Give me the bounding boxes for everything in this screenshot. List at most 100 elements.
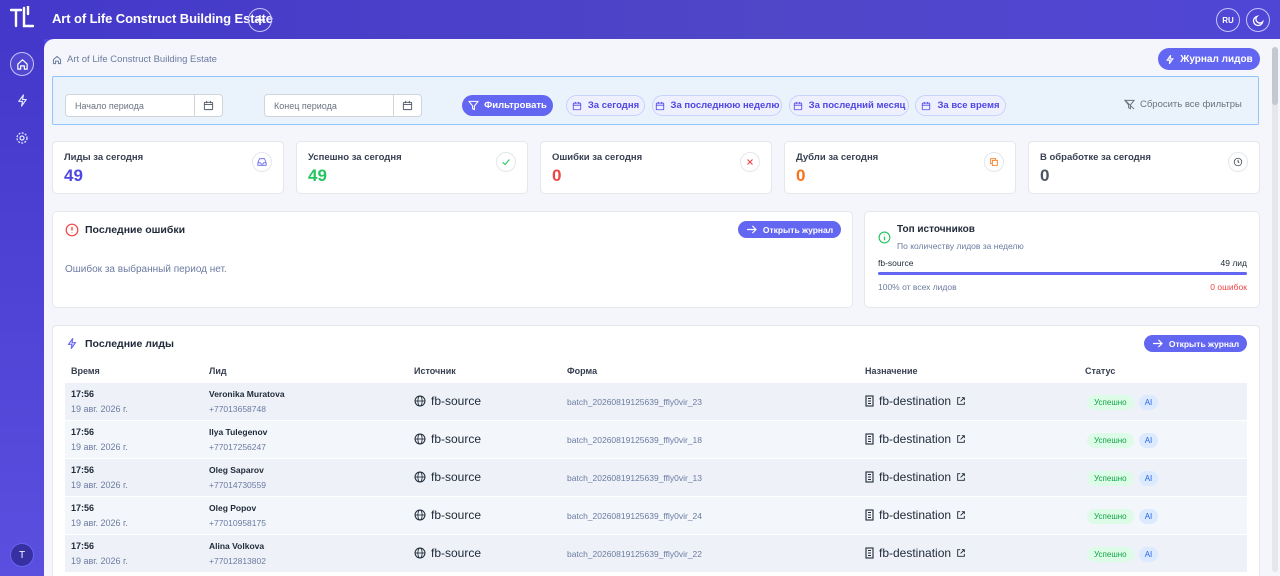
end-date-input[interactable]: Конец периода	[264, 94, 422, 117]
app-logo[interactable]	[9, 4, 35, 32]
external-link-icon[interactable]	[956, 472, 966, 482]
gear-icon	[16, 132, 28, 144]
theme-toggle-button[interactable]	[1246, 8, 1270, 32]
lead-source: fb-source	[414, 432, 481, 446]
sidebar-item-settings[interactable]	[10, 126, 34, 150]
open-journal-button[interactable]: Открыть журнал	[1144, 335, 1247, 352]
app-title: Art of Life Construct Building Estate	[52, 11, 273, 26]
stat-label: Лиды за сегодня	[64, 152, 144, 163]
building-icon	[865, 509, 874, 521]
funnel-off-icon	[1124, 99, 1135, 110]
column-header-source[interactable]: Источник	[414, 366, 456, 376]
inbox-icon	[252, 152, 272, 172]
arrow-right-icon	[1152, 339, 1163, 348]
building-icon	[865, 471, 874, 483]
stat-label: В обработке за сегодня	[1040, 152, 1151, 163]
lead-date: 19 авг. 2026 г.	[71, 442, 128, 452]
lead-phone[interactable]: +77014730559	[209, 480, 266, 490]
ai-badge: AI	[1139, 509, 1158, 524]
chip-last-week[interactable]: За последнюю неделю	[652, 95, 782, 116]
lead-destination[interactable]: fb-destination	[865, 546, 966, 560]
lead-name[interactable]: Ilya Tulegenov	[209, 427, 267, 437]
arrow-right-icon	[746, 225, 757, 234]
chip-all-time[interactable]: За все время	[915, 95, 1006, 116]
lead-form: batch_20260819125639_ffly0vir_24	[567, 511, 703, 521]
sidebar: T	[0, 39, 44, 576]
external-link-icon[interactable]	[956, 396, 966, 406]
lead-source: fb-source	[414, 508, 481, 522]
user-avatar[interactable]: T	[10, 543, 34, 567]
lead-destination[interactable]: fb-destination	[865, 508, 966, 522]
sidebar-item-home[interactable]	[10, 52, 34, 76]
lead-destination[interactable]: fb-destination	[865, 470, 966, 484]
lead-form: batch_20260819125639_ffly0vir_18	[567, 435, 703, 445]
chip-today[interactable]: За сегодня	[566, 95, 645, 116]
add-project-button[interactable]	[248, 8, 272, 32]
home-icon[interactable]	[52, 55, 62, 65]
external-link-icon[interactable]	[956, 548, 966, 558]
lead-journal-button[interactable]: Журнал лидов	[1158, 48, 1260, 70]
apply-filter-button[interactable]: Фильтровать	[462, 95, 553, 116]
info-circle-icon	[878, 231, 891, 244]
external-link-icon[interactable]	[956, 510, 966, 520]
scrollbar[interactable]	[1272, 47, 1278, 572]
ai-badge: AI	[1139, 547, 1158, 562]
building-icon	[865, 433, 874, 445]
chip-last-month[interactable]: За последний месяц	[789, 95, 909, 116]
stat-value: 0	[552, 166, 562, 185]
open-journal-button[interactable]: Открыть журнал	[738, 221, 841, 238]
lead-phone[interactable]: +77012813802	[209, 556, 266, 566]
lead-destination[interactable]: fb-destination	[865, 394, 966, 408]
reset-filters-button[interactable]: Сбросить все фильтры	[1124, 99, 1242, 110]
lead-destination[interactable]: fb-destination	[865, 432, 966, 446]
chip-label: За все время	[937, 100, 1000, 111]
lead-time: 17:56	[71, 541, 95, 551]
status-badge: Успешно	[1087, 471, 1134, 486]
home-icon	[16, 58, 28, 70]
column-header-destination[interactable]: Назначение	[865, 366, 918, 376]
lead-phone[interactable]: +77017256247	[209, 442, 266, 452]
top-sources-panel: Топ источников По количеству лидов за не…	[864, 211, 1260, 308]
calendar-icon[interactable]	[194, 95, 222, 116]
lead-phone[interactable]: +77010958175	[209, 518, 266, 528]
ai-badge: AI	[1139, 471, 1158, 486]
table-row[interactable]: 17:56 19 авг. 2026 г. Oleg Saparov +7701473…	[65, 458, 1247, 496]
stat-value: 0	[1040, 166, 1050, 185]
top-sources-title: Топ источников	[897, 224, 975, 235]
lead-source: fb-source	[414, 546, 481, 560]
top-sources-subtitle: По количеству лидов за неделю	[897, 241, 1024, 251]
clock-icon	[1228, 152, 1248, 172]
lead-name[interactable]: Alina Volkova	[209, 541, 264, 551]
lead-name[interactable]: Oleg Saparov	[209, 465, 264, 475]
calendar-icon	[655, 101, 664, 110]
calendar-icon	[793, 101, 802, 110]
language-button[interactable]: RU	[1216, 8, 1240, 32]
lead-phone[interactable]: +77013658748	[209, 404, 266, 414]
start-date-input[interactable]: Начало периода	[65, 94, 223, 117]
lead-date: 19 авг. 2026 г.	[71, 556, 128, 566]
lead-source: fb-source	[414, 394, 481, 408]
table-row[interactable]: 17:56 19 авг. 2026 г. Oleg Popov +770109581…	[65, 496, 1247, 534]
column-header-form[interactable]: Форма	[567, 366, 597, 376]
sidebar-item-leads[interactable]	[10, 88, 34, 112]
calendar-icon[interactable]	[393, 95, 421, 116]
column-header-lead[interactable]: Лид	[209, 366, 227, 376]
lead-name[interactable]: Oleg Popov	[209, 503, 256, 513]
external-link-icon[interactable]	[956, 434, 966, 444]
stat-label: Успешно за сегодня	[308, 152, 402, 163]
breadcrumb-item[interactable]: Art of Life Construct Building Estate	[67, 54, 217, 65]
table-row[interactable]: 17:56 19 авг. 2026 г. Veronika Muratova +77…	[65, 382, 1247, 420]
start-date-placeholder: Начало периода	[75, 101, 144, 111]
calendar-icon	[572, 101, 582, 110]
column-header-status[interactable]: Статус	[1085, 366, 1115, 376]
lead-date: 19 авг. 2026 г.	[71, 518, 128, 528]
lead-destination-label: fb-destination	[879, 394, 952, 408]
globe-icon	[414, 471, 426, 483]
column-header-time[interactable]: Время	[71, 366, 100, 376]
globe-icon	[414, 509, 426, 521]
table-row[interactable]: 17:56 19 авг. 2026 г. Ilya Tulegenov +77017…	[65, 420, 1247, 458]
source-name: fb-source	[878, 258, 914, 268]
filter-bar: Начало периода Конец периода Фильтровать…	[52, 76, 1259, 125]
lead-name[interactable]: Veronika Muratova	[209, 389, 285, 399]
table-row[interactable]: 17:56 19 авг. 2026 г. Alina Volkova +770128…	[65, 534, 1247, 572]
